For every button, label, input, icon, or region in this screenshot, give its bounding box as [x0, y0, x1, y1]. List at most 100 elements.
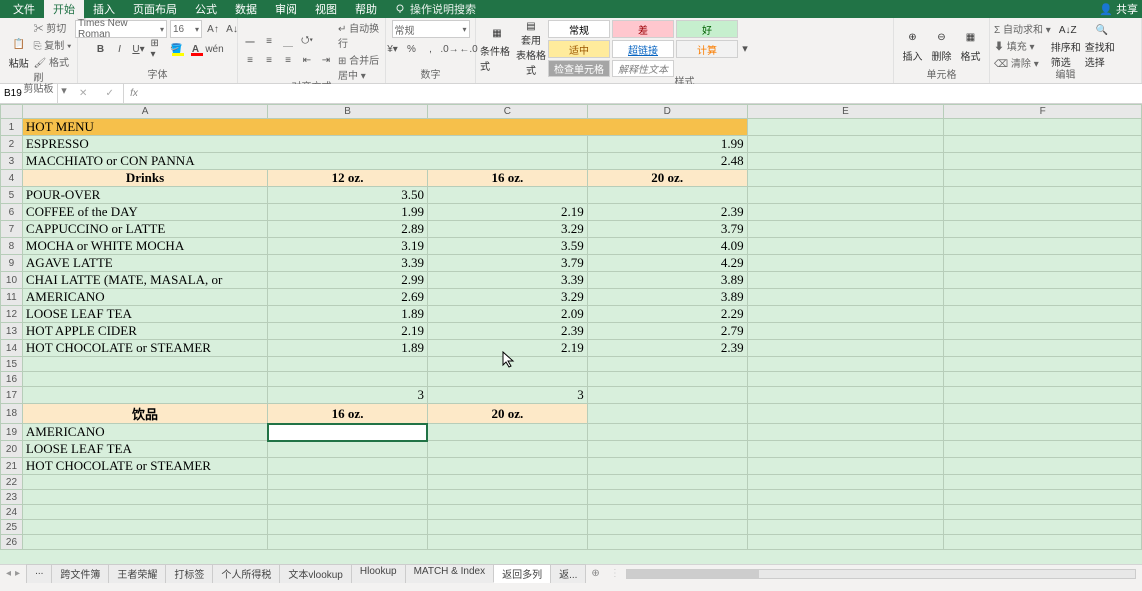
align-right-button[interactable]: ≡: [280, 53, 296, 69]
insert-cells-button[interactable]: ⊕插入: [898, 21, 927, 69]
cell[interactable]: [944, 323, 1142, 340]
row-header[interactable]: 8: [1, 238, 23, 255]
cell[interactable]: [587, 490, 747, 505]
cell[interactable]: AGAVE LATTE: [22, 255, 267, 272]
cell[interactable]: POUR-OVER: [22, 187, 267, 204]
cell[interactable]: [944, 424, 1142, 441]
cell[interactable]: HOT APPLE CIDER: [22, 323, 267, 340]
scrollbar-thumb[interactable]: [627, 570, 759, 578]
conditional-formatting-button[interactable]: ▦条件格式: [480, 25, 514, 73]
cell[interactable]: [747, 153, 944, 170]
cell[interactable]: 2.69: [268, 289, 428, 306]
sort-filter-button[interactable]: A↓Z排序和筛选: [1051, 21, 1085, 69]
cell[interactable]: HOT MENU: [22, 119, 747, 136]
row-header[interactable]: 25: [1, 520, 23, 535]
cell[interactable]: [747, 170, 944, 187]
cell[interactable]: 20 oz.: [427, 404, 587, 424]
cell[interactable]: CHAI LATTE (MATE, MASALA, or: [22, 272, 267, 289]
cell[interactable]: 3.59: [427, 238, 587, 255]
cell-active[interactable]: [268, 424, 428, 441]
comma-button[interactable]: ,: [423, 41, 439, 57]
col-header[interactable]: E: [747, 105, 944, 119]
cell[interactable]: [427, 520, 587, 535]
cell[interactable]: 3.39: [268, 255, 428, 272]
cell[interactable]: [944, 441, 1142, 458]
cell[interactable]: [22, 387, 267, 404]
sheet-tab[interactable]: MATCH & Index: [405, 564, 495, 583]
cell[interactable]: [944, 535, 1142, 550]
sheet-tab[interactable]: ...: [26, 564, 52, 583]
cell[interactable]: [268, 535, 428, 550]
cell[interactable]: [944, 170, 1142, 187]
row-header[interactable]: 15: [1, 357, 23, 372]
row-header[interactable]: 17: [1, 387, 23, 404]
cell-styles-gallery[interactable]: 常规 差 好 适中 超链接 计算 检查单元格 解释性文本: [548, 20, 738, 77]
cell[interactable]: AMERICANO: [22, 289, 267, 306]
cell[interactable]: MACCHIATO or CON PANNA: [22, 153, 587, 170]
cell[interactable]: 2.09: [427, 306, 587, 323]
menu-tab-file[interactable]: 文件: [4, 0, 44, 19]
cell[interactable]: [587, 441, 747, 458]
cell[interactable]: [747, 272, 944, 289]
cell[interactable]: MOCHA or WHITE MOCHA: [22, 238, 267, 255]
cell[interactable]: 16 oz.: [427, 170, 587, 187]
cell[interactable]: 1.89: [268, 340, 428, 357]
cell[interactable]: [268, 441, 428, 458]
fx-icon[interactable]: fx: [124, 84, 144, 103]
cell[interactable]: [427, 187, 587, 204]
menu-tab-help[interactable]: 帮助: [346, 0, 386, 19]
cell[interactable]: [427, 424, 587, 441]
col-header[interactable]: B: [268, 105, 428, 119]
row-header[interactable]: 4: [1, 170, 23, 187]
cell[interactable]: [944, 475, 1142, 490]
sheet-tab[interactable]: 返...: [550, 564, 586, 583]
row-header[interactable]: 16: [1, 372, 23, 387]
cancel-formula-button[interactable]: ✕: [79, 88, 87, 99]
tab-nav-first[interactable]: ◂: [6, 568, 11, 579]
cell[interactable]: [944, 490, 1142, 505]
cell[interactable]: [944, 187, 1142, 204]
find-select-button[interactable]: 🔍查找和选择: [1085, 21, 1119, 69]
style-explanatory[interactable]: 解释性文本: [612, 60, 674, 77]
sheet-tab[interactable]: 打标签: [165, 564, 213, 583]
border-button[interactable]: ⊞ ▾: [150, 41, 166, 57]
style-hyperlink[interactable]: 超链接: [612, 40, 674, 58]
row-header[interactable]: 2: [1, 136, 23, 153]
align-center-button[interactable]: ≡: [261, 53, 277, 69]
row-header[interactable]: 20: [1, 441, 23, 458]
cell[interactable]: [22, 505, 267, 520]
cell[interactable]: [268, 458, 428, 475]
styles-more-button[interactable]: ▾: [738, 41, 752, 57]
orientation-button[interactable]: ⭯▾: [299, 34, 315, 50]
cell[interactable]: [427, 357, 587, 372]
row-header[interactable]: 13: [1, 323, 23, 340]
sheet-tab[interactable]: 跨文件簿: [51, 564, 109, 583]
sheet-tab[interactable]: 文本vlookup: [279, 564, 351, 583]
cell[interactable]: [22, 490, 267, 505]
cell[interactable]: LOOSE LEAF TEA: [22, 306, 267, 323]
row-header[interactable]: 9: [1, 255, 23, 272]
share-button[interactable]: 👤 共享: [1099, 1, 1138, 17]
cell[interactable]: 3.79: [427, 255, 587, 272]
cell[interactable]: 2.39: [427, 323, 587, 340]
row-header[interactable]: 19: [1, 424, 23, 441]
cell[interactable]: CAPPUCCINO or LATTE: [22, 221, 267, 238]
cell[interactable]: 1.99: [268, 204, 428, 221]
align-left-button[interactable]: ≡: [242, 53, 258, 69]
cell[interactable]: [747, 289, 944, 306]
cell[interactable]: [747, 387, 944, 404]
cell[interactable]: [427, 490, 587, 505]
cell[interactable]: [587, 357, 747, 372]
cell[interactable]: [268, 490, 428, 505]
fill-button[interactable]: ⬇ 填充 ▾: [994, 38, 1051, 53]
cell[interactable]: [268, 372, 428, 387]
cell[interactable]: [747, 238, 944, 255]
underline-button[interactable]: U ▾: [131, 41, 147, 57]
cell[interactable]: [747, 490, 944, 505]
cell[interactable]: 3.19: [268, 238, 428, 255]
tell-me-search[interactable]: 操作说明搜索: [394, 1, 476, 17]
cell[interactable]: [22, 475, 267, 490]
new-sheet-button[interactable]: ⊕: [585, 568, 605, 579]
cell[interactable]: 3.79: [587, 221, 747, 238]
row-header[interactable]: 5: [1, 187, 23, 204]
